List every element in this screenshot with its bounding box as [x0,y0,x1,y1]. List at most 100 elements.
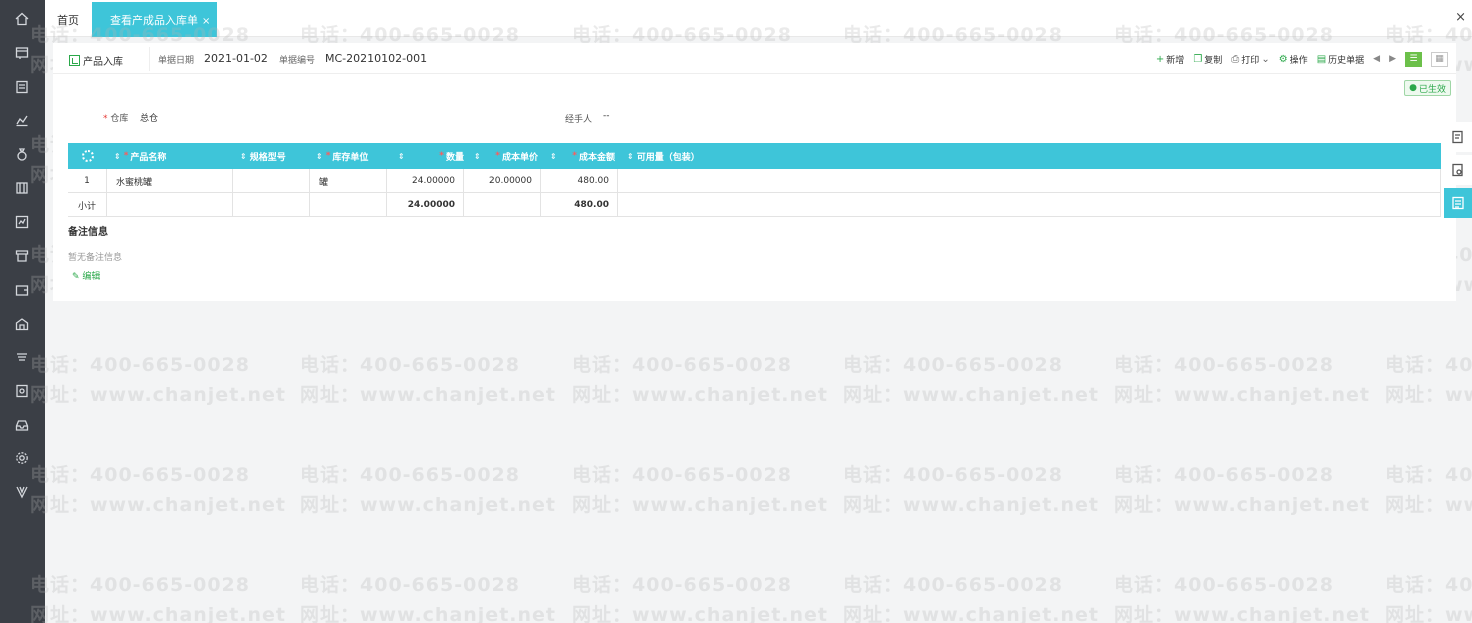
operate-button[interactable]: ⚙ 操作 [1279,53,1308,66]
watermark-text: 电话：400-665-0028 [30,354,250,376]
divider [149,47,150,71]
next-arrow-icon[interactable]: ▶ [1389,54,1396,64]
doc-date-label: 单据日期 [158,56,195,66]
watermark-text: 网址：www.chanjet.net [572,384,828,406]
copy-label: 复制 [1204,55,1223,66]
stack-icon[interactable] [13,348,31,366]
handler-label: 经手人 [565,115,593,125]
cell-unit[interactable]: 罐 [310,169,387,193]
dock-detail-icon[interactable] [1444,188,1472,218]
watermark-text: 电话：400-665-0028 [843,464,1063,486]
subtotal-cell-empty [464,193,541,217]
copy-icon: ❐ [1193,53,1203,65]
tab-close-icon[interactable]: × [202,16,210,27]
report-icon[interactable] [13,213,31,231]
watermark-text: 电话：400-665-0028 [1385,354,1472,376]
col-header-spec[interactable]: ⇕ 规格型号 [240,143,316,169]
home-icon[interactable] [13,10,31,28]
notes-title: 备注信息 [68,227,108,238]
col-header-name[interactable]: ⇕ * 产品名称 [114,143,240,169]
bank-icon[interactable] [13,179,31,197]
wallet-icon[interactable] [13,281,31,299]
subtotal-row: 小计 24.00000 480.00 [68,193,1441,217]
dock-attachment-icon[interactable] [1444,155,1472,185]
row-index: 1 [68,169,107,193]
edit-icon: ✎ [72,272,80,282]
watermark-text: 网址：www.chanjet.net [30,494,286,516]
watermark-text: 网址：www.chanjet.net [300,604,556,623]
watermark-text: 电话：400-665-0028 [572,464,792,486]
tab-view-product-inbound[interactable]: 查看产成品入库单 × [92,2,217,37]
cell-spec[interactable] [233,169,310,193]
card-view-toggle[interactable]: ▦ [1431,51,1448,67]
cell-amount[interactable]: 480.00 [541,169,618,193]
watermark-text: 电话：400-665-0028 [1385,574,1472,596]
watermark-text: 电话：400-665-0028 [572,574,792,596]
new-label: 新增 [1166,55,1185,66]
prev-arrow-icon[interactable]: ◀ [1373,54,1380,64]
subtotal-label: 小计 [68,193,107,217]
inbox-icon[interactable] [13,416,31,434]
tab-bar: 首页 查看产成品入库单 × × [45,0,1472,37]
watermark-text: 电话：400-665-0028 [843,574,1063,596]
watermark-text: 电话：400-665-0028 [30,464,250,486]
col-header-price[interactable]: ⇕ * 成本单价 [470,143,546,169]
watermark-text: 网址：www.chanjet.net [572,494,828,516]
doc-title-label: 产品入库 [83,57,123,68]
settings-icon[interactable] [13,449,31,467]
watermark-text: 电话：400-665-0028 [30,574,250,596]
status-badge: ● 已生效 [1404,80,1451,96]
subtotal-cell-empty [310,193,387,217]
doc-type-title: 产品入库 [69,53,123,68]
col-header-qty[interactable]: ⇕ * 数量 [394,143,470,169]
watermark-text: 电话：400-665-0028 [843,354,1063,376]
history-icon: ▤ [1316,53,1327,65]
new-button[interactable]: + 新增 [1156,53,1184,66]
subtotal-amount: 480.00 [541,193,618,217]
chevron-down-icon[interactable]: ⌄ [1261,54,1269,65]
history-button[interactable]: ▤ 历史单据 [1317,53,1364,66]
watermark-text: 电话：400-665-0028 [1114,574,1334,596]
ledger-icon[interactable] [13,382,31,400]
watermark-text: 电话：400-665-0028 [300,574,520,596]
v-logo-icon[interactable] [13,483,31,501]
store-icon[interactable] [13,247,31,265]
watermark-text: 网址：www.chanjet.net [1114,494,1370,516]
cart-icon[interactable] [13,44,31,62]
tab-active-label: 查看产成品入库单 [110,14,198,27]
doc-date-value: 2021-01-02 [204,52,268,65]
watermark-text: 电话：400-665-0028 [300,354,520,376]
table-row[interactable]: 1 水蜜桃罐 罐 24.00000 20.00000 480.00 [68,169,1441,193]
column-settings-icon[interactable] [82,150,94,162]
copy-button[interactable]: ❐ 复制 [1193,53,1222,66]
print-button[interactable]: ⎙ 打印 ⌄ [1231,53,1269,66]
window-close-icon[interactable]: × [1455,10,1466,25]
tab-home[interactable]: 首页 [57,12,79,28]
warehouse-icon[interactable] [13,315,31,333]
watermark-text: 网址：www.chanjet.net [1114,384,1370,406]
chart-icon[interactable] [13,111,31,129]
watermark-text: 电话：400-665-0028 [572,354,792,376]
table-header: ⇕ * 产品名称 ⇕ 规格型号 ⇕ * 库存单位 ⇕ * 数量 ⇕ * 成本单价 ⇕ * 成本金额 ⇕… [68,143,1441,169]
document-icon[interactable] [13,78,31,96]
watermark-text: 网址：www.chanjet.net [843,494,1099,516]
col-header-available[interactable]: ⇕ 可用量（包装） [627,143,787,169]
dock-document-icon[interactable] [1444,122,1472,152]
doc-code-label: 单据编号 [279,56,316,66]
col-header-unit[interactable]: ⇕ * 库存单位 [316,143,394,169]
money-bag-icon[interactable] [13,145,31,163]
cell-qty[interactable]: 24.00000 [387,169,464,193]
warehouse-label-text: 仓库 [110,114,129,124]
check-circle-icon: ● [1409,83,1417,93]
edit-label: 编辑 [82,272,101,282]
status-label: 已生效 [1418,84,1446,95]
warehouse-field-label: * 仓库 [103,114,129,124]
cell-price[interactable]: 20.00000 [464,169,541,193]
list-view-toggle[interactable]: ☰ [1405,51,1422,67]
subtotal-cell-empty [107,193,233,217]
cell-product-name[interactable]: 水蜜桃罐 [107,169,233,193]
watermark-text: 网址：www.chanjet.net [843,384,1099,406]
watermark-text: 网址：www.chanjet.net [843,604,1099,623]
notes-edit-button[interactable]: ✎ 编辑 [72,269,100,282]
col-header-amount[interactable]: ⇕ * 成本金额 [546,143,623,169]
